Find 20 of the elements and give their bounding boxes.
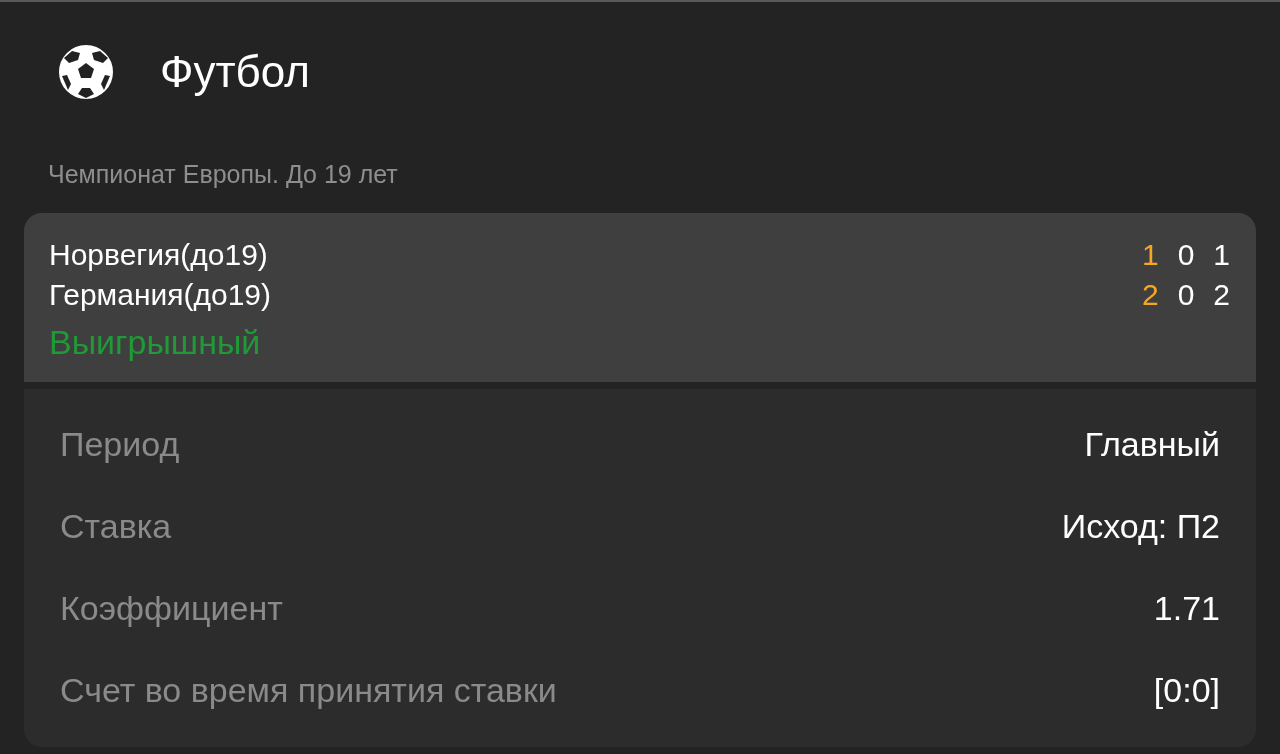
score: 0 bbox=[1177, 278, 1195, 312]
score: 1 bbox=[1141, 238, 1159, 272]
soccer-ball-icon bbox=[58, 44, 114, 100]
detail-value: [0:0] bbox=[1153, 670, 1220, 710]
detail-label: Период bbox=[60, 424, 180, 464]
team-name: Норвегия(до19) bbox=[49, 238, 268, 272]
score: 1 bbox=[1213, 238, 1230, 272]
detail-value: Главный bbox=[1084, 424, 1220, 464]
detail-value: Исход: П2 bbox=[1061, 506, 1220, 546]
detail-label: Ставка bbox=[60, 506, 172, 546]
detail-label: Счет во время принятия ставки bbox=[60, 670, 557, 710]
detail-value: 1.71 bbox=[1153, 588, 1220, 628]
score: 0 bbox=[1177, 238, 1195, 272]
score: 2 bbox=[1141, 278, 1159, 312]
tournament-name: Чемпионат Европы. До 19 лет bbox=[48, 160, 399, 189]
score: 2 bbox=[1213, 278, 1230, 312]
team-name: Германия(до19) bbox=[49, 278, 272, 312]
sport-title: Футбол bbox=[160, 47, 310, 97]
detail-label: Коэффициент bbox=[60, 588, 283, 628]
bet-status: Выигрышный bbox=[49, 323, 261, 362]
